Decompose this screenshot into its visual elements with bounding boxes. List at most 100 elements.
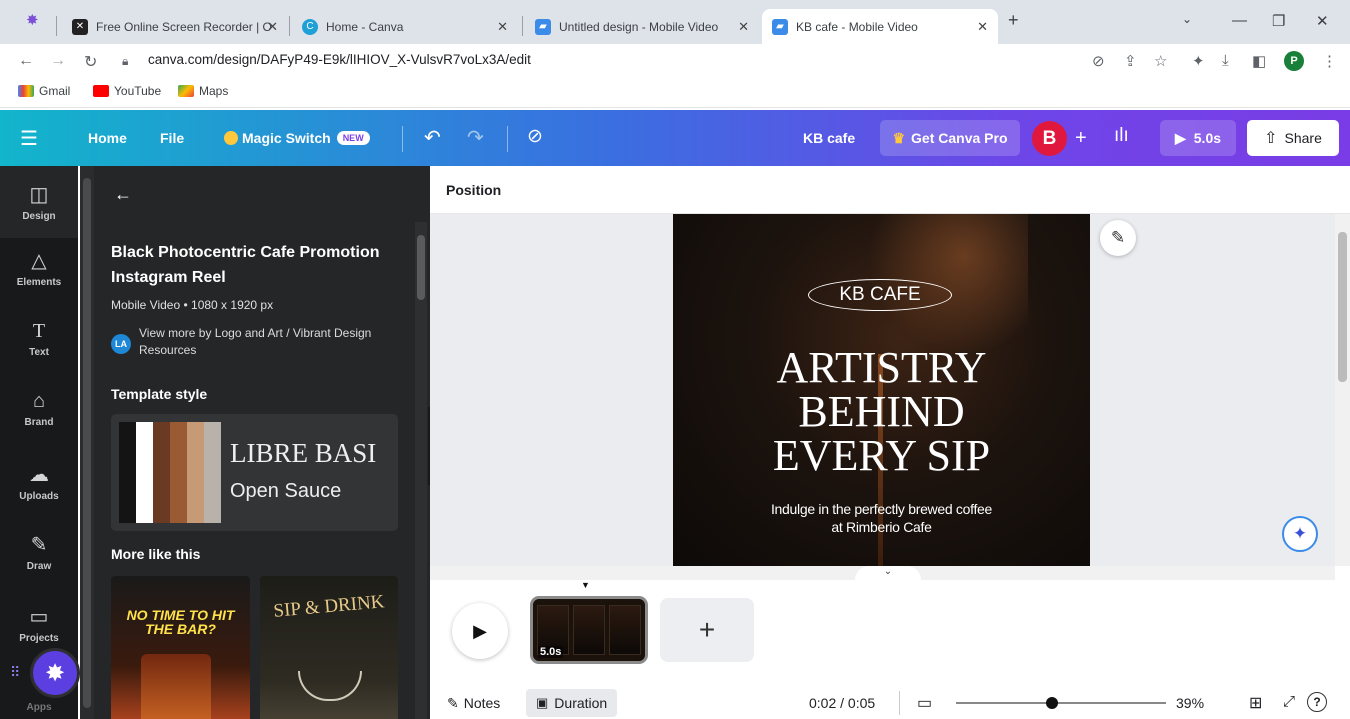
minimize-icon[interactable]: —: [1232, 12, 1247, 29]
sidebar-item-apps[interactable]: Apps: [0, 702, 78, 713]
magic-switch-button[interactable]: Magic Switch NEW: [224, 130, 370, 146]
playback-time: 0:02 / 0:05: [809, 695, 876, 711]
insights-chart-icon[interactable]: ılı: [1114, 125, 1129, 147]
fullscreen-icon[interactable]: ⤢: [1283, 693, 1295, 710]
gmail-icon: [18, 85, 34, 97]
tab-screen-recorder[interactable]: ✕ Free Online Screen Recorder | O ✕: [62, 9, 288, 44]
maps-icon: [178, 85, 194, 97]
reload-icon[interactable]: ↻: [84, 52, 97, 72]
close-tab-icon[interactable]: ✕: [497, 19, 508, 35]
zoom-slider[interactable]: [956, 697, 1166, 709]
close-window-icon[interactable]: ✕: [1316, 12, 1329, 30]
panel-scrollbar-thumb[interactable]: [417, 235, 425, 300]
tab-home-canva[interactable]: C Home - Canva ✕: [292, 9, 518, 44]
brand-oval-logo[interactable]: KB CAFE: [808, 279, 952, 311]
position-button[interactable]: Position: [446, 182, 501, 198]
palette-swatch: [170, 422, 187, 523]
notes-button[interactable]: ✎ Notes: [447, 695, 500, 712]
tab-untitled-design[interactable]: ▰ Untitled design - Mobile Video ✕: [525, 9, 759, 44]
profile-avatar[interactable]: P: [1284, 51, 1304, 71]
canvas-vertical-scrollbar-thumb[interactable]: [1338, 232, 1347, 382]
view-more-author-link[interactable]: View more by Logo and Art / Vibrant Desi…: [139, 325, 399, 359]
extension-icon[interactable]: ✸: [26, 11, 39, 29]
duration-button[interactable]: ▣ Duration: [526, 689, 618, 717]
rail-scrollbar-thumb[interactable]: [83, 178, 91, 708]
sidebar-item-uploads[interactable]: ☁ Uploads: [0, 462, 78, 502]
design-page[interactable]: KB CAFE ARTISTRY BEHIND EVERY SIP Indulg…: [673, 214, 1090, 566]
timeline-play-button[interactable]: ▶: [452, 603, 508, 659]
extensions-icon[interactable]: ✦: [1192, 52, 1205, 70]
close-tab-icon[interactable]: ✕: [977, 19, 988, 35]
add-page-button[interactable]: +: [660, 598, 754, 662]
magic-apps-fab[interactable]: ✸: [30, 648, 80, 698]
download-icon[interactable]: ⤓: [1222, 52, 1229, 69]
recorder-favicon-icon: ✕: [72, 18, 88, 35]
duration-play-icon: ▣: [536, 695, 549, 710]
hamburger-menu-icon[interactable]: ☰: [20, 126, 38, 151]
sidebar-item-projects[interactable]: ▭ Projects: [0, 604, 78, 644]
template-thumbnail-1[interactable]: NO TIME TO HIT THE BAR?: [111, 576, 250, 719]
back-arrow-icon[interactable]: ←: [114, 184, 132, 205]
file-menu[interactable]: File: [160, 130, 184, 146]
eye-off-icon[interactable]: ⊘: [1092, 52, 1105, 70]
share-page-icon[interactable]: ⇪: [1124, 52, 1137, 70]
hide-timeline-chevron-icon[interactable]: ⌄: [855, 566, 921, 580]
bookmark-star-icon[interactable]: ☆: [1154, 52, 1167, 70]
forward-icon[interactable]: →: [50, 52, 66, 70]
new-tab-button[interactable]: +: [1008, 10, 1019, 31]
help-button[interactable]: ?: [1307, 692, 1327, 712]
user-avatar[interactable]: B: [1032, 121, 1067, 156]
bookmark-youtube[interactable]: YouTube: [93, 84, 161, 98]
drag-dots-icon[interactable]: ⠿: [10, 664, 20, 681]
close-tab-icon[interactable]: ✕: [738, 19, 749, 35]
tab-title: Untitled design - Mobile Video: [559, 19, 719, 34]
sidebar-item-design[interactable]: ◫ Design: [0, 166, 78, 238]
sidebar-item-text[interactable]: T Text: [0, 320, 78, 358]
canvas-stage[interactable]: KB CAFE ARTISTRY BEHIND EVERY SIP Indulg…: [430, 214, 1335, 566]
url-text[interactable]: canva.com/design/DAFyP49-E9k/lIHIOV_X-Vu…: [148, 52, 531, 67]
thumbnail-2-text: SIP & DRINK: [272, 591, 386, 622]
playhead-marker-icon[interactable]: ▼: [581, 580, 591, 590]
redo-icon[interactable]: ↷: [467, 125, 484, 150]
bookmarks-bar: Gmail YouTube Maps: [0, 78, 1350, 108]
side-panel-icon[interactable]: ◧: [1252, 52, 1266, 70]
tab-search-chevron-icon[interactable]: ⌄: [1182, 12, 1192, 26]
sidebar-item-draw[interactable]: ✎ Draw: [0, 532, 78, 572]
magic-assistant-icon[interactable]: ✦: [1282, 516, 1318, 552]
share-button[interactable]: ⇧ Share: [1247, 120, 1339, 156]
menu-kebab-icon[interactable]: ⋮: [1322, 52, 1337, 70]
page-view-icon[interactable]: ▭: [917, 693, 932, 713]
undo-icon[interactable]: ↶: [424, 125, 441, 150]
grid-view-icon[interactable]: ⊞: [1249, 693, 1262, 713]
sidebar-item-brand[interactable]: ⌂ Brand: [0, 390, 78, 428]
canvas-horizontal-scrollbar[interactable]: ⌄: [430, 566, 1335, 580]
zoom-slider-thumb[interactable]: [1046, 697, 1059, 709]
bookmark-gmail[interactable]: Gmail: [18, 84, 70, 98]
palette-swatch: [187, 422, 204, 523]
template-thumbnail-2[interactable]: SIP & DRINK: [260, 576, 398, 719]
zoom-level[interactable]: 39%: [1176, 695, 1204, 711]
lock-icon[interactable]: 🔒︎: [122, 54, 128, 69]
design-title[interactable]: KB cafe: [803, 130, 855, 146]
template-style-card[interactable]: LIBRE BASI Open Sauce: [111, 414, 398, 531]
add-comment-icon[interactable]: ✎: [1100, 220, 1136, 256]
font-secondary-sample: Open Sauce: [230, 480, 342, 502]
footer-divider: [899, 691, 900, 715]
headline-text[interactable]: ARTISTRY BEHIND EVERY SIP: [673, 346, 1090, 478]
sidebar-item-elements[interactable]: △ Elements: [0, 248, 78, 288]
back-icon[interactable]: ←: [18, 52, 34, 70]
timeline-clip[interactable]: 5.0s: [530, 596, 648, 664]
close-tab-icon[interactable]: ✕: [267, 19, 278, 35]
palette-swatch: [153, 422, 170, 523]
editor-footer: ✎ Notes ▣ Duration 0:02 / 0:05 ▭ 39% ⊞ ⤢ ?: [430, 685, 1350, 719]
get-canva-pro-button[interactable]: ♛ Get Canva Pro: [880, 120, 1020, 156]
subheadline-text[interactable]: Indulge in the perfectly brewed coffee a…: [673, 500, 1090, 536]
invite-add-button[interactable]: +: [1075, 127, 1087, 150]
play-preview-button[interactable]: ▶ 5.0s: [1160, 120, 1236, 156]
home-button[interactable]: Home: [88, 130, 127, 146]
tab-kb-cafe[interactable]: ▰ KB cafe - Mobile Video ✕: [762, 9, 998, 44]
bookmark-maps[interactable]: Maps: [178, 84, 228, 98]
restore-icon[interactable]: ❐: [1272, 12, 1285, 30]
notes-pen-icon: ✎: [447, 695, 459, 711]
cloud-saved-icon[interactable]: ⊘: [527, 125, 543, 148]
